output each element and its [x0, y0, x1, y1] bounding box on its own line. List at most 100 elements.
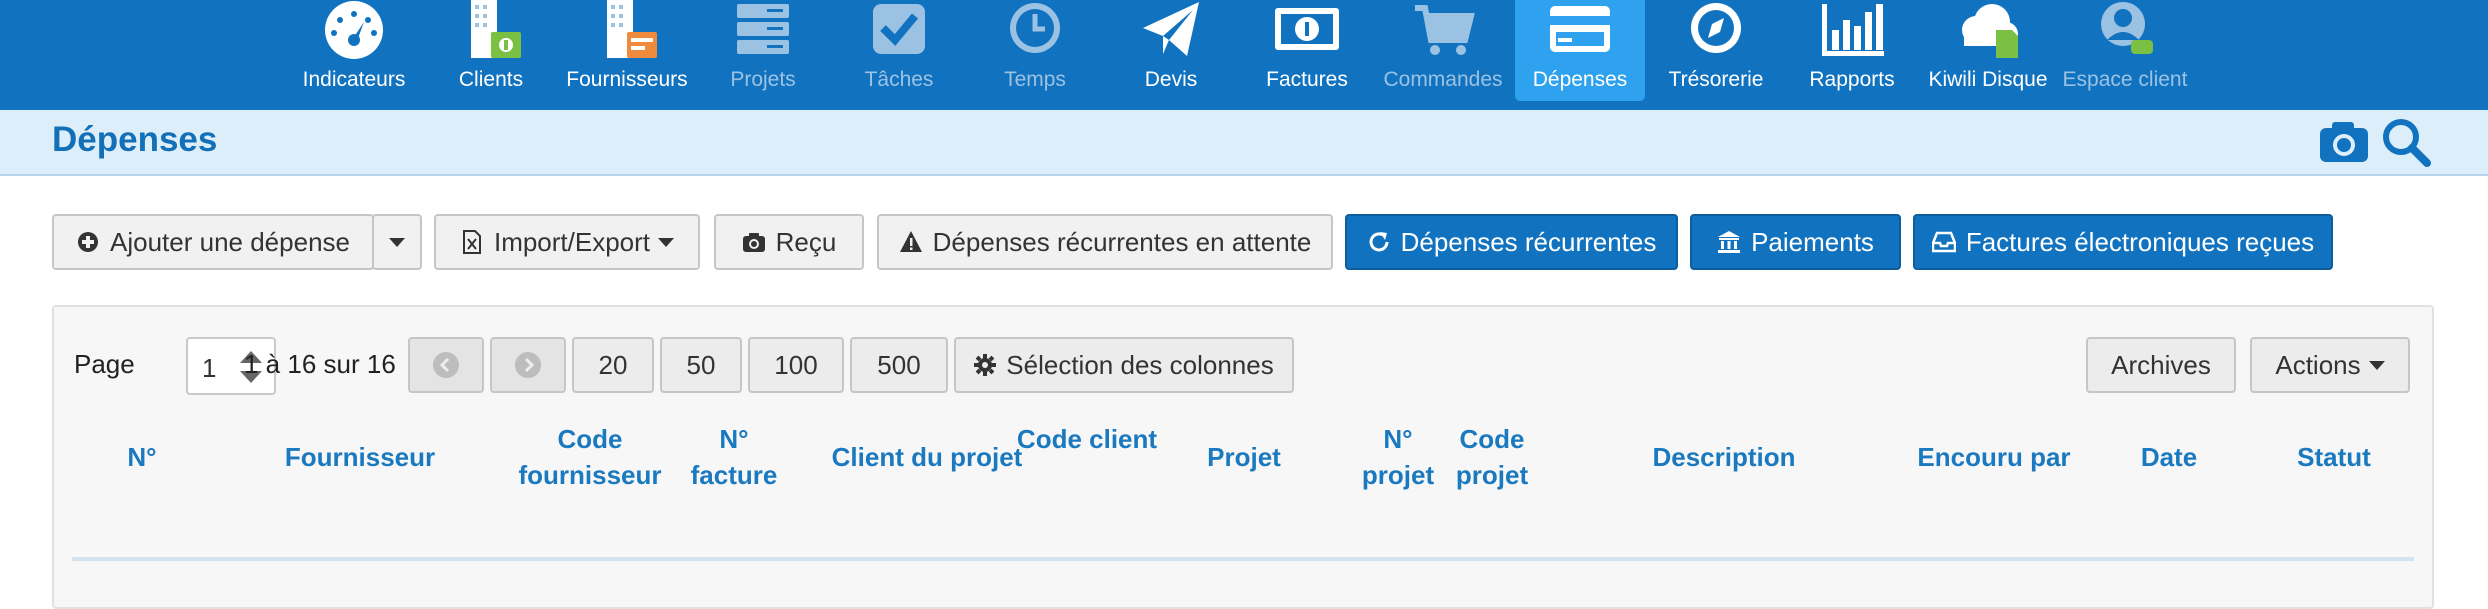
nav-item-indicateurs[interactable]: Indicateurs	[289, 0, 419, 101]
result-range: 1 à 16 sur 16	[244, 349, 396, 379]
nav-item-devis[interactable]: Devis	[1106, 0, 1236, 101]
nav-item-clients[interactable]: Clients	[426, 0, 556, 101]
page-size-100-button[interactable]: 100	[748, 337, 844, 393]
nav-label-tresorerie: Trésorerie	[1668, 68, 1764, 91]
arrow-right-icon	[515, 352, 541, 378]
reports-bar-chart-icon	[1816, 0, 1888, 62]
column-header-fournisseur[interactable]: Fournisseur	[230, 439, 490, 475]
nav-label-devis: Devis	[1144, 68, 1198, 91]
table-header-divider	[72, 557, 2414, 561]
actions-dropdown-button[interactable]: Actions	[2250, 337, 2410, 393]
chevron-down-icon	[2368, 360, 2385, 370]
payments-button[interactable]: Paiements	[1690, 214, 1901, 270]
drive-cloud-icon	[1952, 0, 2024, 62]
column-header-code-fournisseur[interactable]: Code fournisseur	[510, 421, 670, 493]
chevron-down-icon	[658, 237, 675, 247]
nav-label-rapports: Rapports	[1809, 68, 1895, 91]
page-size-50-button[interactable]: 50	[660, 337, 742, 393]
previous-page-button[interactable]	[408, 337, 484, 393]
page-size-500-button[interactable]: 500	[850, 337, 948, 393]
nav-item-espace-client[interactable]: Espace client	[2060, 0, 2190, 101]
projects-stack-icon	[727, 0, 799, 62]
nav-label-indicateurs: Indicateurs	[302, 68, 406, 91]
nav-label-clients: Clients	[458, 68, 524, 91]
pending-recurring-expenses-button[interactable]: Dépenses récurrentes en attente	[877, 214, 1333, 270]
nav-item-projets[interactable]: Projets	[698, 0, 828, 101]
column-header-numero[interactable]: N°	[82, 439, 202, 475]
page-number-value: 1	[202, 353, 217, 383]
add-expense-label: Ajouter une dépense	[110, 226, 350, 257]
tasks-check-icon	[863, 0, 935, 62]
refresh-icon	[1367, 230, 1391, 254]
nav-label-fournisseurs: Fournisseurs	[566, 68, 688, 91]
nav-label-taches: Tâches	[864, 68, 934, 91]
invoice-banknote-icon	[1271, 0, 1343, 62]
search-icon[interactable]	[2380, 116, 2432, 168]
camera-icon[interactable]	[2318, 116, 2370, 168]
dashboard-gauge-icon	[318, 0, 390, 62]
nav-label-kiwili-disque: Kiwili Disque	[1928, 68, 2048, 91]
e-invoices-label: Factures électroniques reçues	[1965, 226, 2315, 257]
import-export-button[interactable]: Import/Export	[434, 214, 700, 270]
pending-recurring-label: Dépenses récurrentes en attente	[932, 226, 1312, 257]
nav-label-espace-client: Espace client	[2062, 68, 2188, 91]
add-expense-dropdown-toggle[interactable]	[372, 214, 422, 270]
nav-item-fournisseurs[interactable]: Fournisseurs	[562, 0, 692, 101]
client-space-user-icon	[2089, 0, 2161, 62]
payments-label: Paiements	[1751, 226, 1874, 257]
recurring-expenses-button[interactable]: Dépenses récurrentes	[1345, 214, 1678, 270]
page-header: Dépenses	[0, 110, 2488, 176]
nav-item-kiwili-disque[interactable]: Kiwili Disque	[1923, 0, 2053, 101]
column-header-numero-projet[interactable]: N° projet	[1358, 421, 1438, 493]
clients-building-icon	[455, 0, 527, 62]
inbox-icon	[1931, 230, 1956, 254]
column-header-statut[interactable]: Statut	[2244, 439, 2424, 475]
column-selection-button[interactable]: Sélection des colonnes	[954, 337, 1294, 393]
column-header-numero-facture[interactable]: N° facture	[676, 421, 792, 493]
column-header-date[interactable]: Date	[2074, 439, 2264, 475]
orders-cart-icon	[1407, 0, 1479, 62]
treasury-compass-icon	[1680, 0, 1752, 62]
nav-label-projets: Projets	[730, 68, 796, 91]
nav-label-commandes: Commandes	[1383, 68, 1503, 91]
nav-item-rapports[interactable]: Rapports	[1787, 0, 1917, 101]
import-export-label: Import/Export	[493, 226, 651, 257]
archives-button[interactable]: Archives	[2086, 337, 2236, 393]
gear-icon	[974, 354, 997, 376]
nav-label-factures: Factures	[1266, 68, 1348, 91]
chevron-down-icon	[389, 237, 405, 247]
plus-circle-icon	[76, 230, 100, 254]
received-e-invoices-button[interactable]: Factures électroniques reçues	[1913, 214, 2333, 270]
file-excel-icon	[460, 230, 484, 254]
receipt-label: Reçu	[775, 226, 837, 257]
nav-item-depenses[interactable]: Dépenses	[1515, 0, 1645, 101]
page-label: Page	[74, 349, 135, 379]
column-header-projet[interactable]: Projet	[1124, 439, 1364, 475]
suppliers-building-icon	[591, 0, 663, 62]
camera-icon	[742, 230, 766, 254]
nav-item-commandes[interactable]: Commandes	[1378, 0, 1508, 101]
bank-icon	[1717, 230, 1741, 254]
arrow-left-icon	[433, 352, 459, 378]
actions-label: Actions	[2275, 349, 2361, 380]
nav-item-taches[interactable]: Tâches	[834, 0, 964, 101]
nav-label-temps: Temps	[1004, 68, 1066, 91]
column-header-code-projet[interactable]: Code projet	[1452, 421, 1532, 493]
receipt-button[interactable]: Reçu	[714, 214, 864, 270]
nav-item-tresorerie[interactable]: Trésorerie	[1651, 0, 1781, 101]
nav-item-temps[interactable]: Temps	[970, 0, 1100, 101]
quote-paper-plane-icon	[1135, 0, 1207, 62]
column-selection-label: Sélection des colonnes	[1006, 349, 1274, 380]
page-title: Dépenses	[52, 120, 218, 159]
add-expense-button[interactable]: Ajouter une dépense	[52, 214, 374, 270]
expenses-card-icon	[1544, 0, 1616, 62]
warning-icon	[899, 230, 923, 254]
nav-item-factures[interactable]: Factures	[1242, 0, 1372, 101]
page-size-20-button[interactable]: 20	[572, 337, 654, 393]
recurring-expenses-label: Dépenses récurrentes	[1400, 226, 1657, 257]
nav-label-depenses: Dépenses	[1532, 68, 1628, 91]
top-navigation: Indicateurs Clients Fournisseurs Projets…	[0, 0, 2488, 110]
next-page-button[interactable]	[490, 337, 566, 393]
time-clock-icon	[999, 0, 1071, 62]
expenses-table-panel: Page 1 1 à 16 sur 16 20 50 100 500 Sélec…	[52, 305, 2434, 609]
